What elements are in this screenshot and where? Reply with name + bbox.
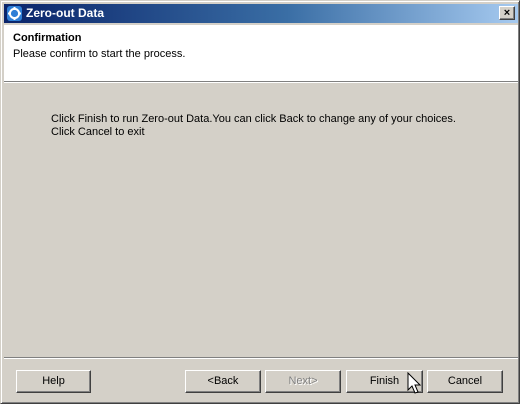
close-button[interactable]: × bbox=[499, 6, 515, 20]
close-icon: × bbox=[503, 7, 511, 19]
title-bar[interactable]: Zero-out Data × bbox=[4, 4, 518, 23]
help-button[interactable]: Help bbox=[16, 370, 91, 393]
message-line-2: Click Cancel to exit bbox=[51, 126, 145, 138]
app-logo-icon bbox=[7, 6, 22, 21]
mouse-pointer-icon bbox=[407, 372, 421, 394]
header-divider bbox=[4, 81, 518, 83]
window-title: Zero-out Data bbox=[26, 6, 104, 20]
next-button[interactable]: Next> bbox=[265, 370, 341, 393]
message-line-1: Click Finish to run Zero-out Data.You ca… bbox=[51, 113, 456, 125]
cancel-button[interactable]: Cancel bbox=[427, 370, 503, 393]
confirmation-message: Click Finish to run Zero-out Data.You ca… bbox=[51, 113, 491, 139]
footer-divider bbox=[4, 357, 518, 359]
back-button[interactable]: <Back bbox=[185, 370, 261, 393]
page-title: Confirmation bbox=[13, 32, 82, 44]
dialog-window: Zero-out Data × Confirmation Please conf… bbox=[0, 0, 520, 404]
wizard-header: Confirmation Please confirm to start the… bbox=[4, 25, 518, 81]
page-subtitle: Please confirm to start the process. bbox=[13, 48, 186, 60]
